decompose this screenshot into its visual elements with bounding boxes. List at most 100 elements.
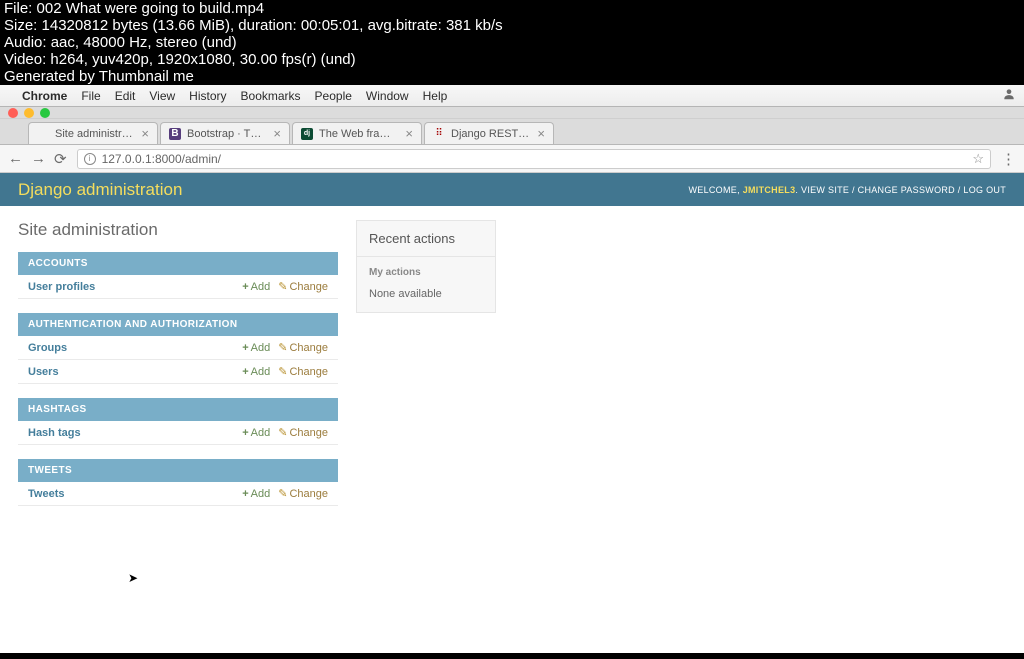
menu-window[interactable]: Window	[366, 89, 409, 103]
module-header[interactable]: TWEETS	[18, 459, 338, 482]
model-name-link[interactable]: Hash tags	[28, 427, 234, 439]
browser-tab-bootstrap[interactable]: B Bootstrap · The world's most ×	[160, 122, 290, 144]
main-column: Site administration ACCOUNTS User profil…	[18, 220, 338, 520]
reload-button[interactable]: ⟳	[54, 150, 67, 168]
page-title: Site administration	[18, 220, 338, 240]
close-icon[interactable]: ×	[537, 126, 545, 141]
welcome-text: WELCOME,	[688, 185, 742, 195]
menu-bookmarks[interactable]: Bookmarks	[241, 89, 301, 103]
user-profile-icon[interactable]	[1002, 87, 1016, 104]
django-brand[interactable]: Django administration	[18, 180, 182, 200]
window-close-button[interactable]	[8, 108, 18, 118]
user-links: WELCOME, JMITCHEL3. VIEW SITE / CHANGE P…	[688, 185, 1006, 195]
model-row-users: Users +Add ✎Change	[18, 360, 338, 384]
favicon-icon: B	[169, 128, 181, 140]
change-password-link[interactable]: CHANGE PASSWORD	[858, 185, 955, 195]
video-overlay: File: 002 What were going to build.mp4 S…	[0, 0, 1024, 85]
change-link[interactable]: ✎Change	[278, 341, 328, 354]
menubar-app-name[interactable]: Chrome	[22, 89, 67, 103]
add-link[interactable]: +Add	[242, 488, 270, 500]
close-icon[interactable]: ×	[273, 126, 281, 141]
logout-link[interactable]: LOG OUT	[963, 185, 1006, 195]
menu-help[interactable]: Help	[423, 89, 448, 103]
none-available-text: None available	[357, 288, 495, 312]
close-icon[interactable]: ×	[405, 126, 413, 141]
overlay-line-generator: Generated by Thumbnail me	[4, 68, 1020, 85]
model-row-groups: Groups +Add ✎Change	[18, 336, 338, 360]
model-name-link[interactable]: Groups	[28, 342, 234, 354]
plus-icon: +	[242, 488, 248, 500]
overlay-line-video: Video: h264, yuv420p, 1920x1080, 30.00 f…	[4, 51, 1020, 68]
django-admin-page: Django administration WELCOME, JMITCHEL3…	[0, 173, 1024, 653]
app-module-hashtags: HASHTAGS Hash tags +Add ✎Change	[18, 398, 338, 445]
plus-icon: +	[242, 281, 248, 293]
plus-icon: +	[242, 342, 248, 354]
forward-button[interactable]: →	[31, 150, 46, 168]
plus-icon: +	[242, 366, 248, 378]
app-module-tweets: TWEETS Tweets +Add ✎Change	[18, 459, 338, 506]
browser-tab-django-admin[interactable]: Site administration | Django a ×	[28, 122, 158, 144]
model-row-user-profiles: User profiles +Add ✎Change	[18, 275, 338, 299]
model-row-tweets: Tweets +Add ✎Change	[18, 482, 338, 506]
add-link[interactable]: +Add	[242, 366, 270, 378]
tab-title: Bootstrap · The world's most	[187, 128, 267, 140]
favicon-icon	[37, 128, 49, 140]
add-link[interactable]: +Add	[242, 281, 270, 293]
menu-people[interactable]: People	[315, 89, 352, 103]
window-traffic-lights	[0, 107, 1024, 119]
change-link[interactable]: ✎Change	[278, 426, 328, 439]
pencil-icon: ✎	[278, 365, 287, 378]
username: JMITCHEL3	[743, 185, 796, 195]
add-link[interactable]: +Add	[242, 427, 270, 439]
window-minimize-button[interactable]	[24, 108, 34, 118]
change-link[interactable]: ✎Change	[278, 280, 328, 293]
plus-icon: +	[242, 427, 248, 439]
app-module-auth: AUTHENTICATION AND AUTHORIZATION Groups …	[18, 313, 338, 384]
bookmark-star-icon[interactable]: ☆	[972, 151, 984, 167]
favicon-icon: dj	[301, 128, 313, 140]
video-timestamp: 00:04:07	[962, 639, 1017, 655]
model-name-link[interactable]: Users	[28, 366, 234, 378]
mac-menubar: Chrome File Edit View History Bookmarks …	[0, 85, 1024, 107]
content-area: Site administration ACCOUNTS User profil…	[0, 206, 1024, 534]
pencil-icon: ✎	[278, 280, 287, 293]
browser-tab-django[interactable]: dj The Web framework for perfe ×	[292, 122, 422, 144]
change-link[interactable]: ✎Change	[278, 487, 328, 500]
overlay-line-audio: Audio: aac, 48000 Hz, stereo (und)	[4, 34, 1020, 51]
tab-strip: Site administration | Django a × B Boots…	[0, 119, 1024, 145]
change-link[interactable]: ✎Change	[278, 365, 328, 378]
module-header[interactable]: HASHTAGS	[18, 398, 338, 421]
menu-history[interactable]: History	[189, 89, 226, 103]
back-button[interactable]: ←	[8, 150, 23, 168]
mouse-cursor-icon: ➤	[128, 571, 138, 585]
pencil-icon: ✎	[278, 487, 287, 500]
site-info-icon[interactable]: i	[84, 153, 96, 165]
tab-title: Django REST framework	[451, 128, 531, 140]
module-header[interactable]: ACCOUNTS	[18, 252, 338, 275]
browser-tab-drf[interactable]: ⠿ Django REST framework ×	[424, 122, 554, 144]
view-site-link[interactable]: VIEW SITE	[801, 185, 849, 195]
favicon-icon: ⠿	[433, 128, 445, 140]
pencil-icon: ✎	[278, 426, 287, 439]
tab-title: The Web framework for perfe	[319, 128, 399, 140]
browser-toolbar: ← → ⟳ i 127.0.0.1:8000/admin/ ☆ ⋮	[0, 145, 1024, 173]
url-text: 127.0.0.1:8000/admin/	[102, 152, 221, 166]
tab-title: Site administration | Django a	[55, 128, 135, 140]
sidebar-column: Recent actions My actions None available	[356, 220, 496, 520]
overlay-line-size: Size: 14320812 bytes (13.66 MiB), durati…	[4, 17, 1020, 34]
app-module-accounts: ACCOUNTS User profiles +Add ✎Change	[18, 252, 338, 299]
address-bar[interactable]: i 127.0.0.1:8000/admin/ ☆	[77, 149, 991, 169]
recent-actions-module: Recent actions My actions None available	[356, 220, 496, 313]
window-maximize-button[interactable]	[40, 108, 50, 118]
browser-menu-icon[interactable]: ⋮	[1001, 150, 1016, 168]
module-header[interactable]: AUTHENTICATION AND AUTHORIZATION	[18, 313, 338, 336]
menu-file[interactable]: File	[81, 89, 100, 103]
model-row-hashtags: Hash tags +Add ✎Change	[18, 421, 338, 445]
close-icon[interactable]: ×	[141, 126, 149, 141]
menu-view[interactable]: View	[149, 89, 175, 103]
model-name-link[interactable]: User profiles	[28, 281, 234, 293]
model-name-link[interactable]: Tweets	[28, 488, 234, 500]
add-link[interactable]: +Add	[242, 342, 270, 354]
menu-edit[interactable]: Edit	[115, 89, 136, 103]
recent-actions-header: Recent actions	[357, 221, 495, 257]
